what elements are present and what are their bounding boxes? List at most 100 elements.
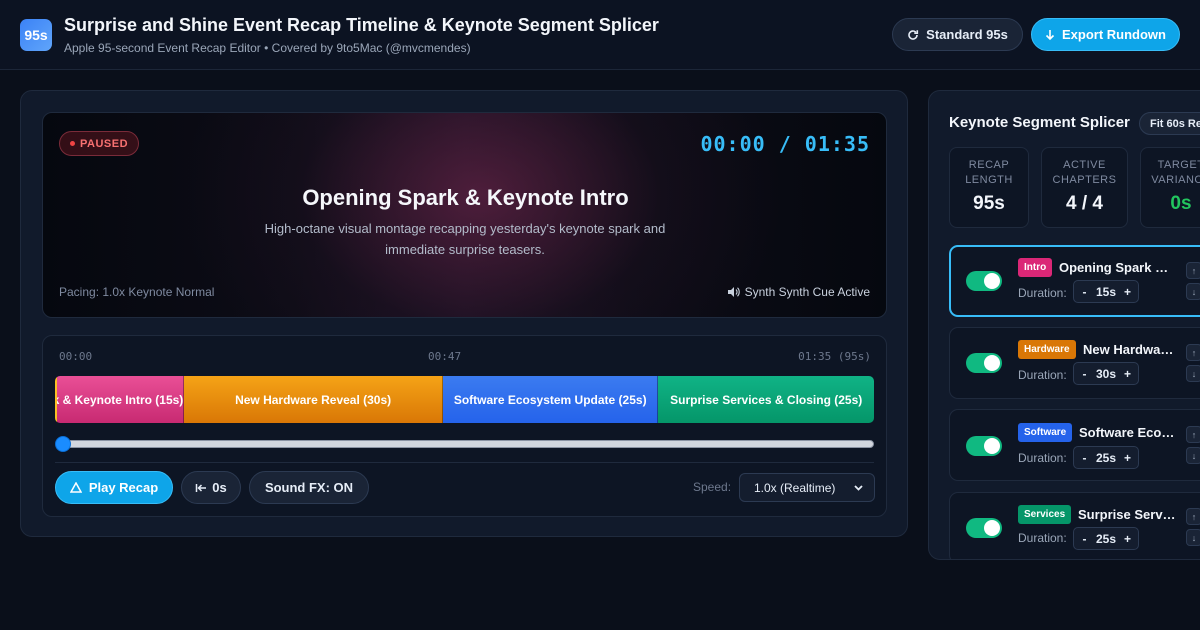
move-up-button[interactable]: ↑ [1186, 426, 1200, 443]
stat-label: TARGET VARIANCE [1141, 158, 1200, 188]
duration-stepper: - 25s + [1073, 446, 1139, 469]
toggle-knob [984, 520, 1000, 536]
stat-label: RECAP LENGTH [950, 158, 1028, 188]
increment-button[interactable]: + [1123, 451, 1132, 465]
decrement-button[interactable]: - [1080, 367, 1089, 381]
speaker-icon [727, 287, 740, 297]
timeline-mid-label: 00:47 [428, 350, 462, 363]
duration-value: 25s [1095, 450, 1117, 465]
stat-label-line: VARIANCE [1151, 174, 1200, 186]
play-triangle-icon [69, 482, 82, 493]
splicer-title: Keynote Segment Splicer [949, 114, 1130, 131]
duration-label: Duration: [1018, 286, 1067, 300]
timeline-segment-hardware[interactable]: New Hardware Reveal (30s) [184, 376, 443, 423]
move-down-button[interactable]: ↓ [1186, 529, 1200, 546]
chapter-tag: Hardware [1018, 340, 1076, 359]
standard-95s-button[interactable]: Standard 95s [892, 18, 1023, 51]
duration-value: 25s [1095, 531, 1117, 546]
duration-stepper: - 25s + [1073, 527, 1139, 550]
decrement-button[interactable]: - [1080, 451, 1089, 465]
page-title: Surprise and Shine Event Recap Timeline … [64, 15, 659, 35]
segment-splicer-panel: Keynote Segment Splicer Fit 60s Re RECAP… [928, 90, 1200, 560]
chapter-toggle[interactable] [966, 436, 1002, 456]
chapter-tag: Intro [1018, 258, 1053, 277]
chapter-tag: Software [1018, 423, 1073, 442]
export-rundown-label: Export Rundown [1062, 27, 1166, 42]
decrement-button[interactable]: - [1080, 285, 1089, 299]
chapter-toggle[interactable] [966, 353, 1002, 373]
timeline: 00:00 00:47 01:35 (95s) Opening Spark & … [42, 335, 887, 517]
speed-select-value: 1.0x (Realtime) [754, 480, 836, 495]
stat-recap-length: RECAP LENGTH 95s [949, 147, 1029, 228]
scrubber-handle[interactable] [55, 436, 71, 452]
timeline-end-label: 01:35 (95s) [798, 350, 871, 363]
play-recap-button[interactable]: Play Recap [55, 471, 173, 504]
segment-title: Opening Spark & Keynote Intro [302, 185, 629, 210]
status-text: PAUSED [79, 137, 129, 150]
video-preview: PAUSED 00:00 / 01:35 Opening Spark & Key… [42, 112, 887, 318]
timeline-divider [55, 462, 874, 463]
stat-label: ACTIVE CHAPTERS [1042, 158, 1127, 188]
increment-button[interactable]: + [1123, 285, 1132, 299]
fit-60s-button[interactable]: Fit 60s Re [1139, 112, 1200, 135]
app-header: 95s Surprise and Shine Event Recap Timel… [0, 0, 1200, 70]
standard-95s-label: Standard 95s [926, 27, 1008, 42]
reset-to-start-button[interactable]: 0s [181, 471, 241, 504]
decrement-button[interactable]: - [1080, 532, 1089, 546]
speed-select[interactable]: 1.0x (Realtime) [739, 473, 875, 502]
move-up-button[interactable]: ↑ [1186, 262, 1200, 279]
toggle-knob [984, 355, 1000, 371]
chapter-card-software[interactable]: Software Software Ecosystem Update Durat… [949, 409, 1200, 481]
stat-label-line: TARGET [1157, 159, 1200, 171]
toggle-knob [984, 273, 1000, 289]
move-down-button[interactable]: ↓ [1186, 365, 1200, 382]
timeline-segment-hardware-label: New Hardware Reveal (30s) [235, 392, 392, 407]
status-badge: PAUSED [59, 131, 139, 156]
toggle-knob [984, 438, 1000, 454]
stat-label-line: CHAPTERS [1052, 174, 1117, 186]
synth-cue-status: Synth Synth Cue Active [727, 285, 870, 299]
chapter-toggle[interactable] [966, 518, 1002, 538]
chapter-card-hardware[interactable]: Hardware New Hardware Reveal Duration: -… [949, 327, 1200, 399]
speed-label: Speed: [693, 480, 732, 494]
chapter-card-intro[interactable]: Intro Opening Spark & Keynote Intro Dura… [949, 245, 1200, 317]
recap-editor-panel: PAUSED 00:00 / 01:35 Opening Spark & Key… [20, 90, 908, 537]
timeline-segment-intro[interactable]: Opening Spark & Keynote Intro (15s) [55, 376, 185, 423]
chapter-card-services[interactable]: Services Surprise Services & Closing Dur… [949, 492, 1200, 559]
timeline-segment-services[interactable]: Surprise Services & Closing (25s) [658, 376, 874, 423]
reset-to-start-label: 0s [212, 480, 227, 495]
increment-button[interactable]: + [1123, 367, 1132, 381]
timeline-track: Opening Spark & Keynote Intro (15s) New … [55, 376, 874, 423]
play-recap-label: Play Recap [88, 480, 159, 495]
duration-label: Duration: [1018, 531, 1067, 545]
move-up-button[interactable]: ↑ [1186, 508, 1200, 525]
move-down-button[interactable]: ↓ [1186, 447, 1200, 464]
duration-label: Duration: [1018, 451, 1067, 465]
pacing-readout: Pacing: 1.0x Keynote Normal [59, 285, 215, 299]
app-logo: 95s [20, 19, 52, 51]
stat-active-chapters: ACTIVE CHAPTERS 4 / 4 [1041, 147, 1128, 228]
skip-to-start-icon [196, 483, 207, 492]
duration-label: Duration: [1018, 368, 1067, 382]
duration-stepper: - 15s + [1073, 280, 1139, 303]
stat-label-line: LENGTH [965, 174, 1013, 186]
stat-label-line: RECAP [968, 159, 1010, 171]
stat-value: 0s [1170, 193, 1192, 214]
increment-button[interactable]: + [1123, 532, 1132, 546]
stat-target-variance: TARGET VARIANCE 0s [1140, 147, 1200, 228]
chapter-name: New Hardware Reveal [1083, 342, 1176, 357]
export-rundown-button[interactable]: Export Rundown [1031, 18, 1180, 51]
status-dot-icon [69, 141, 75, 146]
sound-fx-toggle[interactable]: Sound FX: ON [249, 471, 369, 504]
chapter-toggle[interactable] [966, 271, 1002, 291]
timeline-segment-intro-label: Opening Spark & Keynote Intro (15s) [57, 392, 184, 407]
scrubber-track[interactable] [59, 440, 874, 448]
chapter-tag: Services [1018, 505, 1072, 524]
move-down-button[interactable]: ↓ [1186, 283, 1200, 300]
move-up-button[interactable]: ↑ [1186, 344, 1200, 361]
timeline-segment-software[interactable]: Software Ecosystem Update (25s) [442, 376, 659, 423]
timecode-readout: 00:00 / 01:35 [700, 132, 870, 156]
download-arrow-icon [1045, 29, 1055, 40]
synth-cue-label: Synth Synth Cue Active [744, 285, 870, 299]
stat-label-line: ACTIVE [1063, 159, 1106, 171]
